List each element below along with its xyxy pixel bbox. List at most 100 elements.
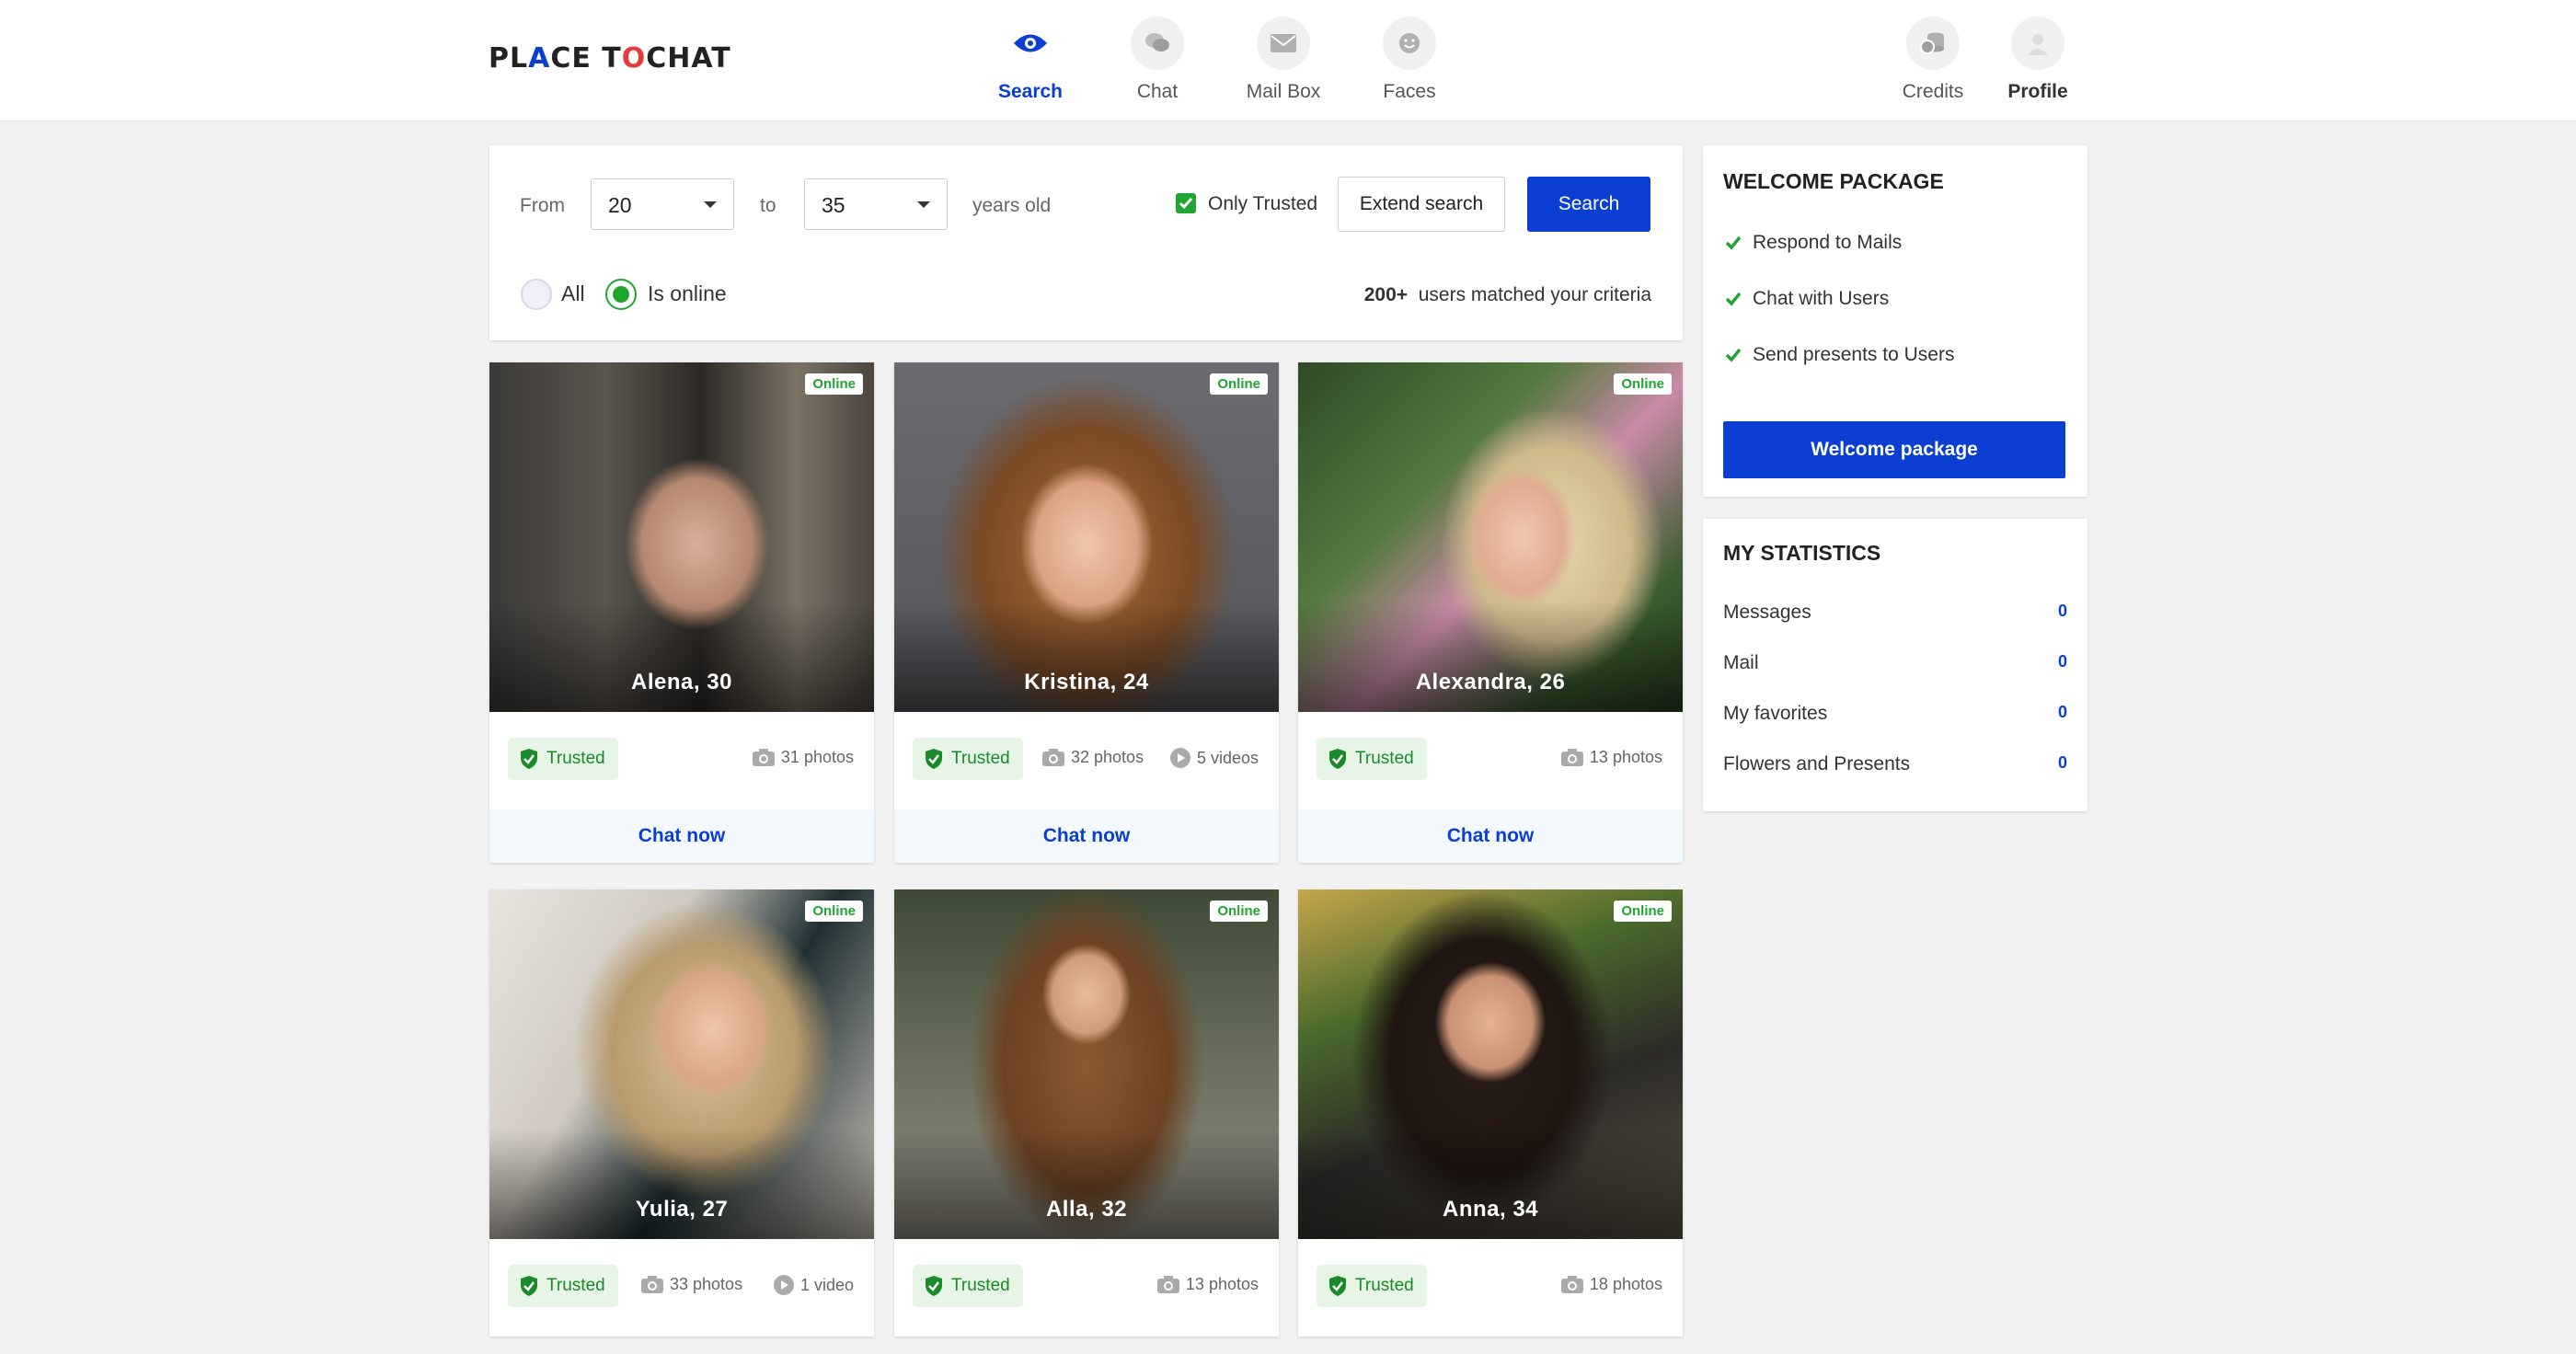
stat-row[interactable]: Flowers and Presents 0 — [1723, 753, 2067, 775]
camera-icon — [1560, 749, 1583, 766]
site-logo[interactable]: PL A CE TO CHAT — [489, 42, 731, 75]
shield-check-icon — [521, 1276, 537, 1296]
camera-icon — [641, 1276, 663, 1293]
stat-label: My favorites — [1723, 703, 1828, 724]
checkmark-icon — [1725, 348, 1742, 362]
search-button[interactable]: Search — [1527, 177, 1650, 232]
user-icon — [2011, 17, 2064, 70]
years-old-label: years old — [972, 195, 1052, 216]
shield-check-icon — [926, 1276, 942, 1296]
chevron-down-icon — [917, 201, 930, 208]
profile-card[interactable]: Online Alexandra, 26 Trusted 13 photos C… — [1298, 362, 1683, 863]
envelope-icon — [1257, 17, 1310, 70]
nav-credits[interactable]: Credits — [1878, 17, 1988, 103]
chat-now-button[interactable]: Chat now — [1298, 809, 1683, 863]
shield-check-icon — [1329, 1276, 1346, 1296]
welcome-package-panel: WELCOME PACKAGE Respond to Mails Chat wi… — [1703, 145, 2087, 497]
package-item: Respond to Mails — [1725, 232, 1902, 254]
stat-label: Flowers and Presents — [1723, 753, 1911, 775]
radio-all-label[interactable]: All — [561, 281, 585, 306]
age-to-value: 35 — [822, 193, 845, 217]
package-item-label: Chat with Users — [1753, 288, 1890, 309]
nav-search-label: Search — [997, 81, 1064, 102]
photo-count-text: 13 photos — [1589, 747, 1662, 766]
nav-search[interactable]: Search — [975, 17, 1086, 103]
photo-count-text: 18 photos — [1589, 1274, 1662, 1293]
video-count-text: 1 video — [799, 1275, 854, 1294]
nav-profile-label: Profile — [2007, 81, 2068, 102]
logo-text-1: PL — [489, 42, 529, 75]
profile-photo[interactable]: Online Alla, 32 — [894, 889, 1279, 1239]
photo-count: 13 photos — [1560, 747, 1662, 767]
nav-profile[interactable]: Profile — [1983, 17, 2093, 103]
profile-photo[interactable]: Online Kristina, 24 — [894, 362, 1279, 712]
package-item: Send presents to Users — [1725, 344, 1954, 366]
statistics-title: MY STATISTICS — [1723, 541, 1881, 565]
video-count: 5 videos — [1169, 747, 1259, 769]
radio-all[interactable] — [521, 279, 552, 310]
online-badge: Online — [1614, 373, 1672, 395]
profile-photo[interactable]: Online Anna, 34 — [1298, 889, 1683, 1239]
trusted-badge: Trusted — [1317, 1265, 1427, 1307]
trusted-label: Trusted — [1355, 749, 1414, 768]
chat-now-button[interactable]: Chat now — [894, 809, 1279, 863]
profile-name: Kristina, 24 — [1024, 670, 1149, 694]
trusted-badge: Trusted — [913, 738, 1023, 780]
trusted-badge: Trusted — [913, 1265, 1023, 1307]
profile-name: Alena, 30 — [631, 670, 732, 694]
shield-check-icon — [1329, 749, 1346, 769]
chevron-down-icon — [704, 201, 717, 208]
stat-row[interactable]: Mail 0 — [1723, 652, 2067, 674]
online-badge: Online — [1614, 901, 1672, 922]
age-from-select[interactable]: 20 — [591, 178, 734, 230]
chat-now-button[interactable]: Chat now — [489, 809, 874, 863]
welcome-package-title: WELCOME PACKAGE — [1723, 169, 1944, 193]
photo-count: 13 photos — [1156, 1274, 1259, 1294]
profile-photo[interactable]: Online Alexandra, 26 — [1298, 362, 1683, 712]
eye-icon — [1004, 17, 1057, 70]
stat-row[interactable]: My favorites 0 — [1723, 703, 2067, 725]
photo-count-text: 31 photos — [780, 747, 854, 766]
profile-card[interactable]: Online Alla, 32 Trusted 13 photos — [894, 889, 1279, 1337]
profile-name: Yulia, 27 — [635, 1197, 729, 1222]
checkmark-icon — [1725, 235, 1742, 250]
photo-count: 31 photos — [752, 747, 854, 767]
radio-is-online[interactable] — [605, 279, 637, 310]
logo-letter-red: O — [621, 42, 647, 75]
nav-credits-label: Credits — [1902, 81, 1964, 102]
profile-photo[interactable]: Online Yulia, 27 — [489, 889, 874, 1239]
profile-photo[interactable]: Online Alena, 30 — [489, 362, 874, 712]
package-item-label: Send presents to Users — [1753, 344, 1955, 365]
stat-value: 0 — [2057, 652, 2067, 671]
nav-chat[interactable]: Chat — [1102, 17, 1213, 103]
photo-count-text: 32 photos — [1071, 747, 1144, 766]
stat-value: 0 — [2057, 703, 2067, 721]
stat-label: Messages — [1723, 602, 1811, 623]
camera-icon — [1156, 1276, 1179, 1293]
trusted-badge: Trusted — [508, 738, 618, 780]
photo-count: 33 photos — [640, 1274, 742, 1294]
extend-search-button[interactable]: Extend search — [1338, 177, 1505, 232]
profile-card[interactable]: Online Anna, 34 Trusted 18 photos — [1298, 889, 1683, 1337]
trusted-label: Trusted — [546, 1276, 605, 1295]
video-count: 1 video — [773, 1274, 854, 1296]
welcome-package-button[interactable]: Welcome package — [1723, 421, 2065, 478]
trusted-badge: Trusted — [1317, 738, 1427, 780]
age-to-select[interactable]: 35 — [804, 178, 948, 230]
online-badge: Online — [805, 373, 863, 395]
profile-card[interactable]: Online Yulia, 27 Trusted 33 photos 1 vid… — [489, 889, 874, 1337]
profile-name: Alexandra, 26 — [1415, 670, 1566, 694]
search-panel: From 20 to 35 years old Only Trusted Ext… — [489, 145, 1683, 340]
radio-is-online-label[interactable]: Is online — [648, 281, 727, 306]
stat-row[interactable]: Messages 0 — [1723, 602, 2067, 624]
nav-mailbox[interactable]: Mail Box — [1228, 17, 1339, 103]
nav-faces[interactable]: Faces — [1354, 17, 1465, 103]
only-trusted-label[interactable]: Only Trusted — [1208, 193, 1317, 215]
match-count: 200+ — [1363, 284, 1409, 305]
online-badge: Online — [1210, 373, 1268, 395]
profile-card[interactable]: Online Kristina, 24 Trusted 32 photos 5 … — [894, 362, 1279, 863]
profile-card[interactable]: Online Alena, 30 Trusted 31 photos Chat … — [489, 362, 874, 863]
play-icon — [773, 1275, 794, 1295]
only-trusted-checkbox[interactable] — [1176, 193, 1196, 213]
trusted-label: Trusted — [546, 749, 605, 768]
